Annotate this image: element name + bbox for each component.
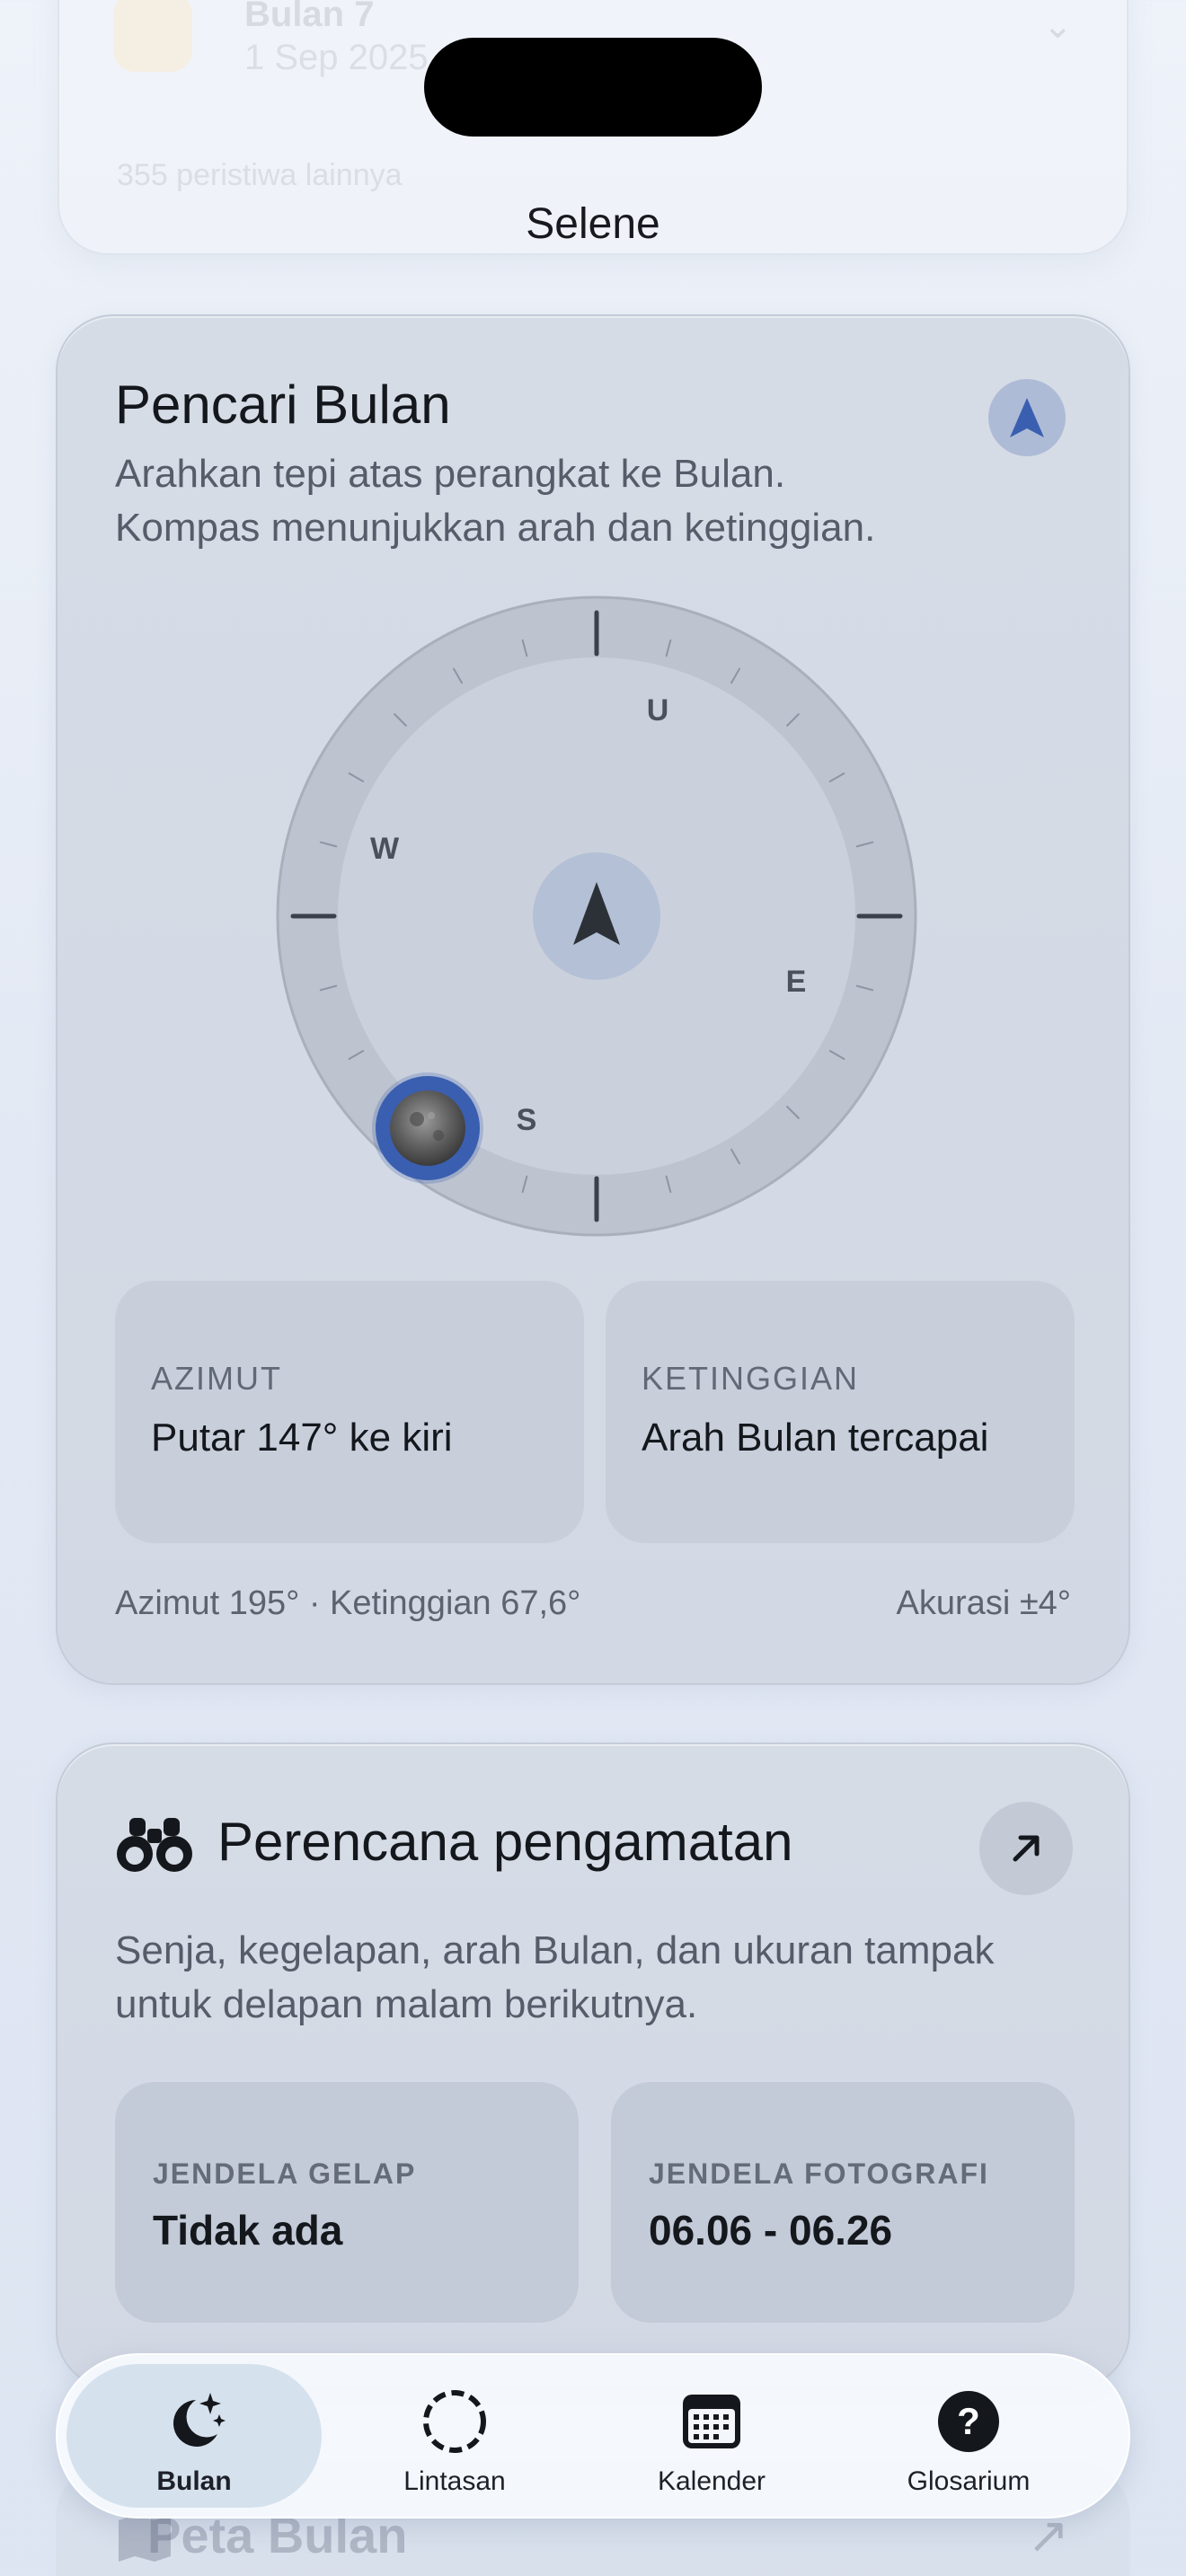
tab-glosarium-label: Glosarium <box>907 2466 1031 2496</box>
location-arrow-button[interactable] <box>988 379 1066 456</box>
tab-lintasan-label: Lintasan <box>403 2466 506 2496</box>
planner-description-line1: Senja, kegelapan, arah Bulan, dan ukuran… <box>115 1928 995 1972</box>
photo-window-panel: JENDELA FOTOGRAFI 06.06 - 06.26 <box>611 2082 1075 2323</box>
accuracy-readout: Akurasi ±4° <box>896 1584 1071 1622</box>
azimuth-value: Putar 147° ke kiri <box>151 1416 453 1460</box>
dark-window-label: JENDELA GELAP <box>153 2157 417 2190</box>
previous-card-date: 1 Sep 2025 <box>244 38 429 77</box>
dark-window-panel: JENDELA GELAP Tidak ada <box>115 2082 579 2323</box>
previous-card-title: Bulan 7 <box>244 0 375 34</box>
photo-window-value: 06.06 - 06.26 <box>649 2207 893 2254</box>
observation-planner-card[interactable]: Perencana pengamatan Senja, kegelapan, a… <box>56 1742 1130 2389</box>
compass-east-label: E <box>786 965 807 999</box>
arrow-up-right-icon <box>1013 1835 1040 1862</box>
compass-south-label: S <box>517 1103 537 1137</box>
binoculars-icon <box>117 1818 192 1872</box>
open-planner-button[interactable] <box>979 1802 1073 1895</box>
altitude-panel: KETINGGIAN Arah Bulan tercapai <box>606 1281 1075 1543</box>
moon-stars-icon <box>173 2393 226 2447</box>
planner-description-line2: untuk delapan malam berikutnya. <box>115 1982 698 2026</box>
dashed-circle-icon <box>423 2390 486 2453</box>
moon-finder-description-line2: Kompas menunjukkan arah dan ketinggian. <box>115 506 876 550</box>
tab-lintasan[interactable]: Lintasan <box>327 2364 582 2508</box>
question-circle-icon: ? <box>938 2391 999 2452</box>
azimuth-label: AZIMUT <box>151 1360 282 1397</box>
svg-text:?: ? <box>957 2400 980 2442</box>
tab-kalender[interactable]: Kalender <box>584 2364 839 2508</box>
altitude-label: KETINGGIAN <box>642 1360 860 1397</box>
position-readout: Azimut 195° · Ketinggian 67,6° <box>115 1584 581 1622</box>
moon-finder-title: Pencari Bulan <box>115 375 451 435</box>
dynamic-island <box>424 38 762 137</box>
dark-window-value: Tidak ada <box>153 2207 343 2254</box>
location-arrow-icon <box>1010 398 1044 437</box>
moon-icon <box>390 1090 465 1166</box>
calendar-icon <box>683 2395 740 2448</box>
compass-north-label: U <box>647 693 669 728</box>
altitude-value: Arah Bulan tercapai <box>642 1416 989 1460</box>
moon-finder-description-line1: Arahkan tepi atas perangkat ke Bulan. <box>115 452 786 496</box>
tab-glosarium[interactable]: ? Glosarium <box>841 2364 1096 2508</box>
planner-description: Senja, kegelapan, arah Bulan, dan ukuran… <box>115 1924 1085 2032</box>
previous-card-more: 355 peristiwa lainnya <box>117 158 403 192</box>
chevron-down-icon[interactable]: ⌄ <box>1042 5 1073 47</box>
photo-window-label: JENDELA FOTOGRAFI <box>649 2157 989 2190</box>
moon-finder-card: Pencari Bulan Arahkan tepi atas perangka… <box>56 314 1130 1685</box>
tab-bar: Bulan Lintasan Kalender ? Glosarium <box>56 2353 1130 2519</box>
event-icon <box>113 0 192 72</box>
tab-bulan-label: Bulan <box>156 2466 232 2496</box>
moon-marker <box>372 1072 483 1184</box>
azimuth-panel: AZIMUT Putar 147° ke kiri <box>115 1281 584 1543</box>
compass-dial: U E S W <box>276 595 917 1237</box>
tab-bulan[interactable]: Bulan <box>66 2364 322 2508</box>
compass-west-label: W <box>370 832 400 866</box>
planner-title: Perencana pengamatan <box>217 1812 793 1872</box>
moon-finder-description: Arahkan tepi atas perangkat ke Bulan. Ko… <box>115 447 1013 555</box>
app-title: Selene <box>526 200 660 248</box>
tab-kalender-label: Kalender <box>657 2466 766 2496</box>
compass: U E S W <box>273 593 920 1239</box>
